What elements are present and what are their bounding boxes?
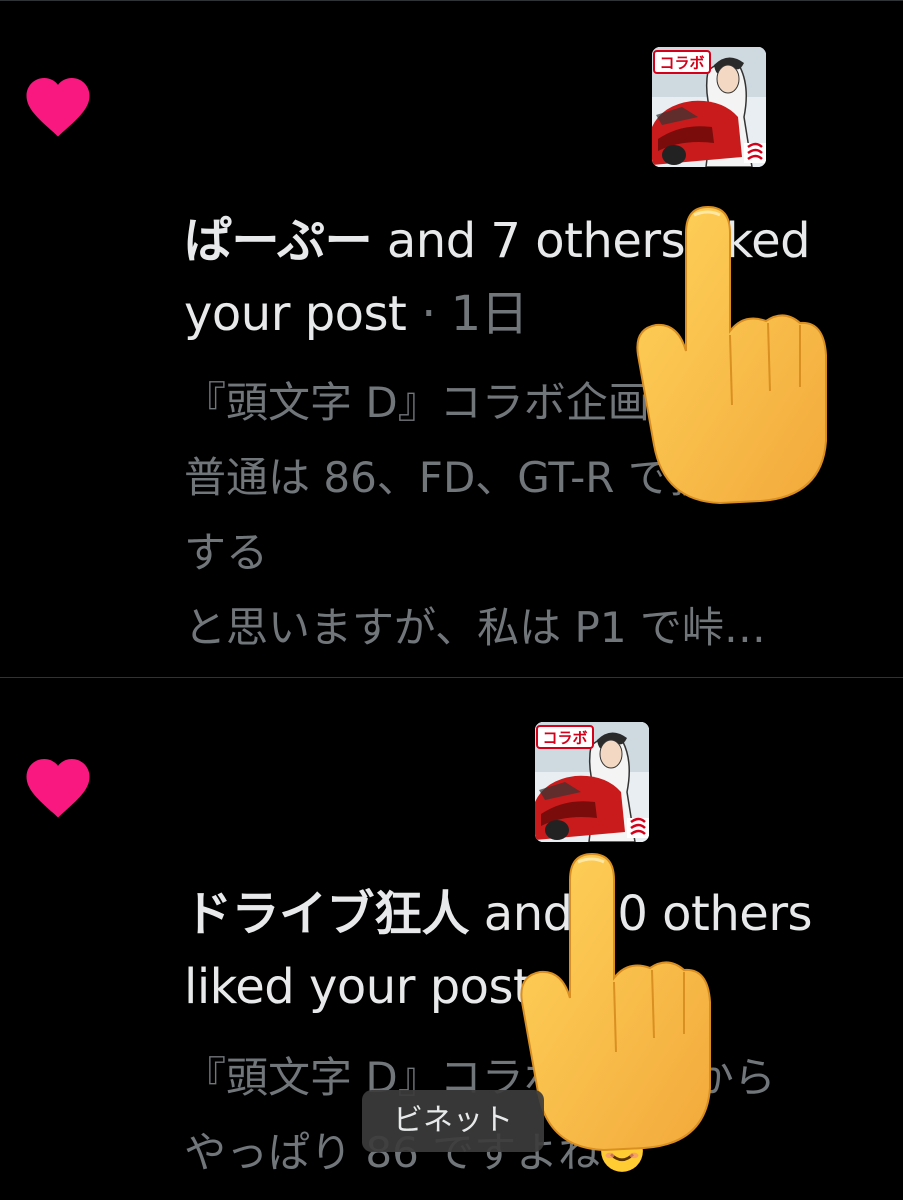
post-snippet[interactable]: 『頭文字 D』コラボ企画だから 普通は 86、FD、GT-R で投稿 する と思… (184, 365, 899, 665)
avatar[interactable]: コラボ (535, 722, 649, 842)
notification-headline[interactable]: ドライブ狂人 and 10 others liked your post (184, 878, 884, 1024)
smiling-face-emoji (601, 1130, 644, 1172)
separator: · (406, 286, 451, 342)
avatar-artwork: コラボ (652, 47, 766, 167)
filter-toast: ビネット (362, 1090, 544, 1152)
username[interactable]: ドライブ狂人 (184, 886, 470, 942)
snippet-line: 普通は 86、FD、GT-R で投稿 (184, 453, 754, 502)
username[interactable]: ぱーぷー (184, 213, 373, 269)
notification-card[interactable]: コラボ ぱーぷー and 7 others liked your post · … (0, 0, 903, 677)
avatar[interactable]: コラボ (652, 47, 766, 167)
avatar-artwork: コラボ (535, 722, 649, 842)
heart-icon (26, 759, 90, 818)
snippet-line: と思いますが、私は P1 で峠… (184, 603, 766, 652)
avatar-badge: コラボ (659, 54, 704, 72)
snippet-line: 『頭文字 D』コラボ企画だから (184, 378, 776, 427)
timestamp: 1日 (450, 286, 529, 342)
snippet-line: する (184, 528, 269, 577)
heart-icon (26, 78, 90, 137)
notification-headline[interactable]: ぱーぷー and 7 others liked your post · 1日 (184, 205, 884, 351)
avatar-badge: コラボ (542, 729, 587, 747)
notifications-page: コラボ ぱーぷー and 7 others liked your post · … (0, 0, 903, 1200)
